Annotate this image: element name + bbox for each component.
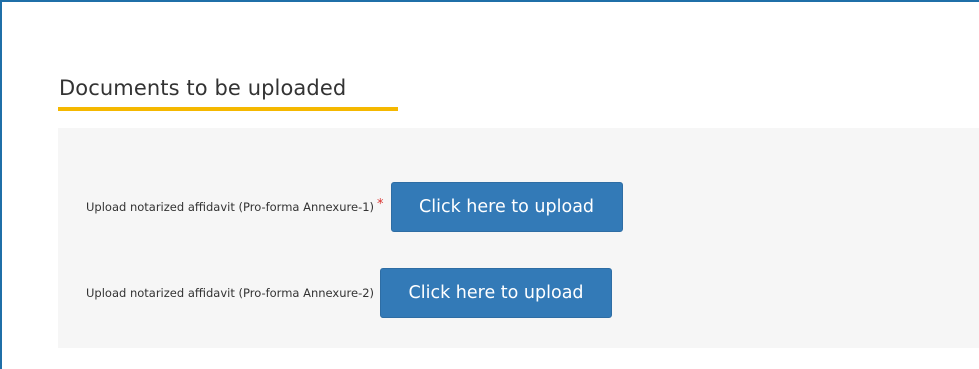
page-frame: Documents to be uploaded Upload notarize…	[0, 0, 979, 369]
annexure-2-label: Upload notarized affidavit (Pro-forma An…	[86, 286, 375, 300]
section-title: Documents to be uploaded	[59, 76, 347, 100]
upload-annexure-1-button[interactable]: Click here to upload	[390, 182, 623, 232]
required-asterisk: *	[377, 196, 384, 212]
title-underline	[58, 107, 398, 111]
upload-annexure-2-button[interactable]: Click here to upload	[380, 268, 613, 318]
upload-row-annexure-1: Upload notarized affidavit (Pro-forma An…	[86, 182, 623, 232]
upload-panel: Upload notarized affidavit (Pro-forma An…	[58, 128, 979, 348]
upload-row-annexure-2: Upload notarized affidavit (Pro-forma An…	[86, 268, 613, 318]
annexure-1-label: Upload notarized affidavit (Pro-forma An…	[86, 200, 375, 214]
